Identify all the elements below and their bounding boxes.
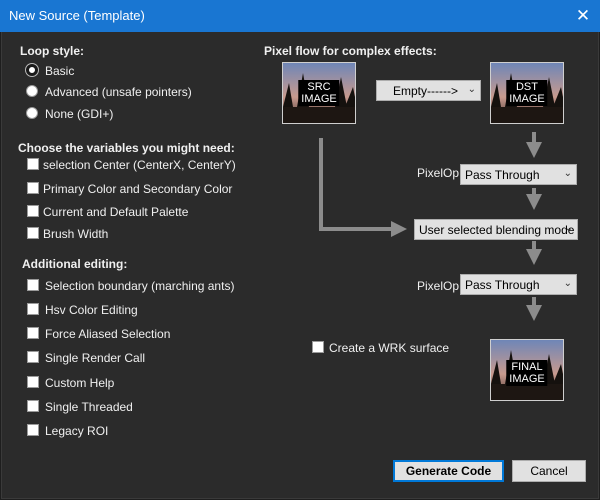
empty-combo[interactable]: Empty------> ⌄ xyxy=(376,80,481,101)
final-image-label-line1: FINAL xyxy=(511,361,543,373)
combo-value: User selected blending mode xyxy=(419,223,575,237)
checkbox-box[interactable] xyxy=(312,341,324,353)
src-image: SRC IMAGE xyxy=(282,62,356,124)
chevron-down-icon: ⌄ xyxy=(563,168,572,179)
checkbox-label: Create a WRK surface xyxy=(329,341,450,355)
arrow-down-icon xyxy=(526,249,542,265)
checkbox-wrk-surface[interactable]: Create a WRK surface xyxy=(312,341,472,355)
pixelop-label-2: PixelOp xyxy=(417,279,460,293)
chevron-down-icon: ⌄ xyxy=(563,278,572,289)
generate-code-button[interactable]: Generate Code xyxy=(393,460,504,482)
dst-image: DST IMAGE xyxy=(490,62,564,124)
dst-image-label-line1: DST xyxy=(515,81,538,93)
src-image-label-line1: SRC xyxy=(307,81,331,93)
combo-value: Pass Through xyxy=(465,168,540,182)
pixelop-label-1: PixelOp xyxy=(417,166,460,180)
pixelop-combo-1[interactable]: Pass Through ⌄ xyxy=(460,164,577,185)
arrow-down-icon xyxy=(526,305,542,321)
dst-image-label-line2: IMAGE xyxy=(509,93,545,105)
pixelop-combo-2[interactable]: Pass Through ⌄ xyxy=(460,274,577,295)
blend-mode-combo[interactable]: User selected blending mode ⌄ xyxy=(414,219,578,240)
cancel-button[interactable]: Cancel xyxy=(512,460,586,482)
combo-value: Pass Through xyxy=(465,278,540,292)
arrow-right-icon xyxy=(391,221,407,237)
final-image-label-line2: IMAGE xyxy=(509,373,545,385)
chevron-down-icon: ⌄ xyxy=(467,84,476,95)
final-image: FINAL IMAGE xyxy=(490,339,564,401)
arrow-down-icon xyxy=(526,194,542,210)
chevron-down-icon: ⌄ xyxy=(564,223,573,234)
combo-value: Empty------> xyxy=(393,84,458,98)
arrow-down-icon xyxy=(526,142,542,158)
src-image-label-line2: IMAGE xyxy=(301,93,337,105)
